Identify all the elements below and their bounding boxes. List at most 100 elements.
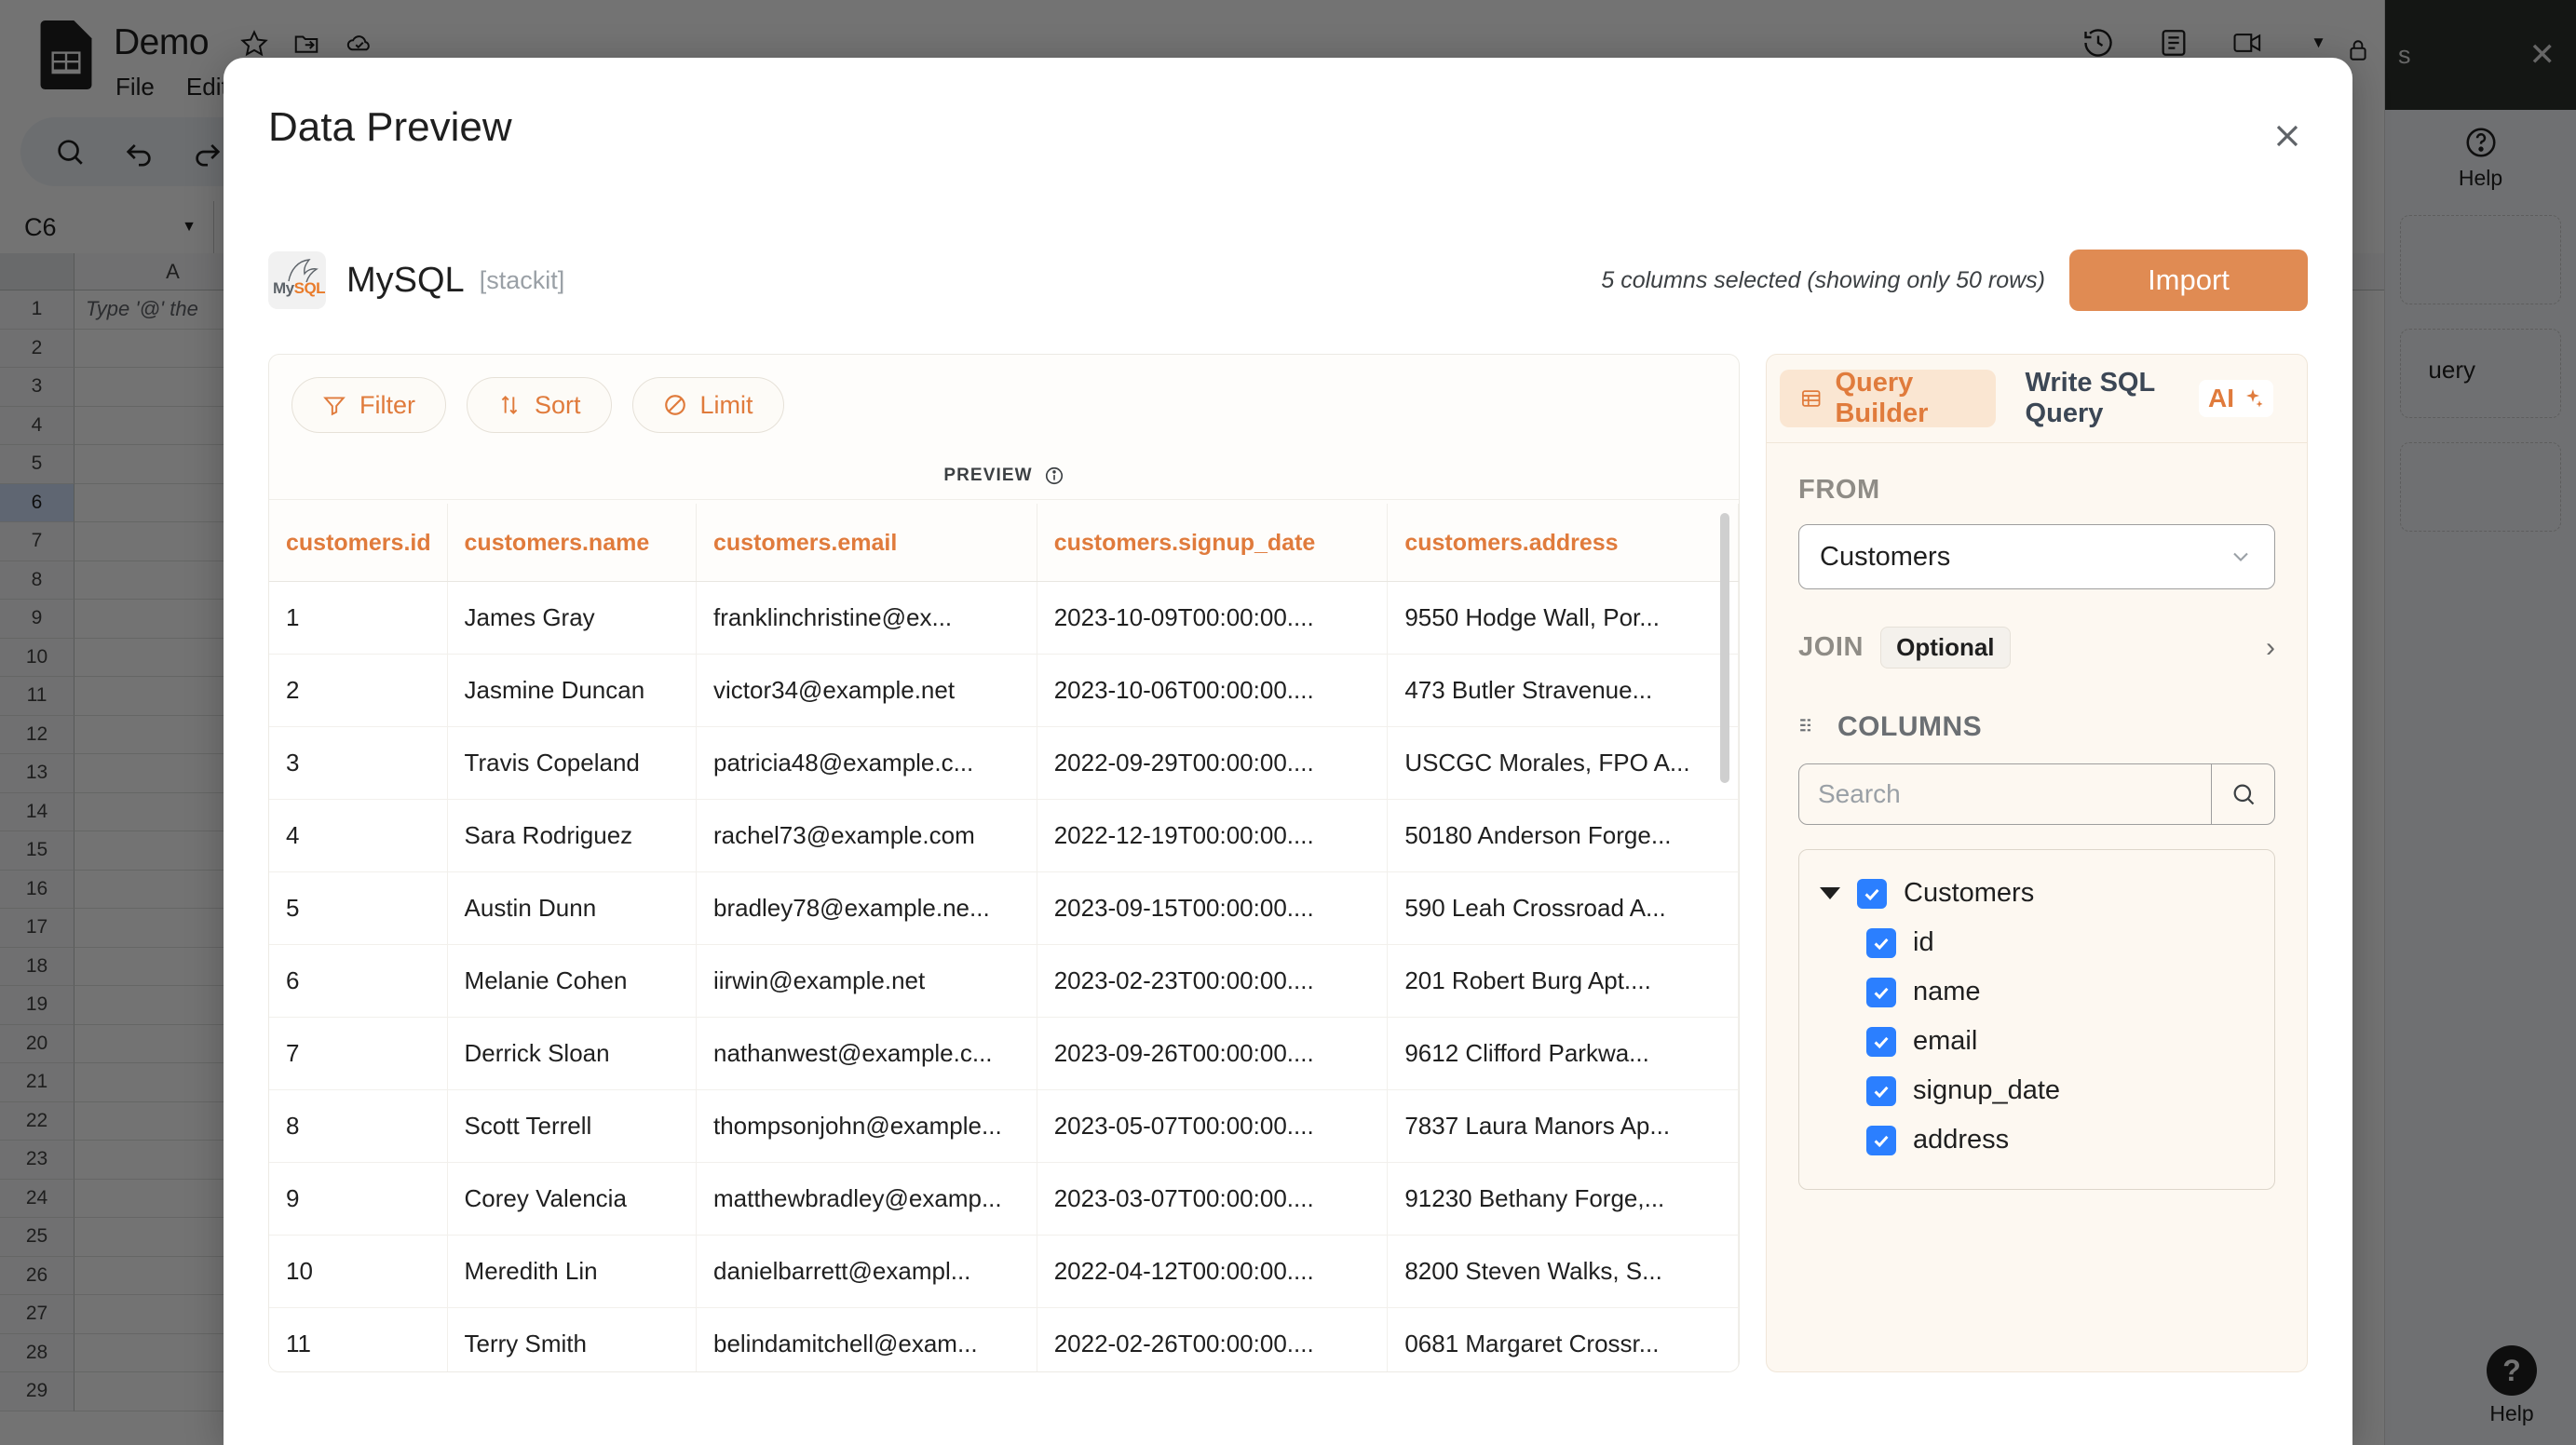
tree-root-customers[interactable]: Customers xyxy=(1799,869,2274,918)
query-builder-pane: Query Builder Write SQL Query AI FROM Cu… xyxy=(1766,354,2308,1372)
tab-query-builder-label: Query Builder xyxy=(1835,368,1929,428)
columns-section-header: COLUMNS xyxy=(1798,711,2275,743)
table-cell: 2023-03-07T00:00:00.... xyxy=(1037,1162,1389,1236)
table-cell: Jasmine Duncan xyxy=(447,654,697,727)
query-builder-body: FROM Customers JOIN Optional › COLUMNS S… xyxy=(1767,443,2307,1190)
table-row: 1 James Gray franklinchristine@ex... 2023-1… xyxy=(269,581,1739,655)
table-cell: danielbarrett@exampl... xyxy=(696,1235,1037,1308)
table-row: 5 Austin Dunn bradley78@example.ne... 2023-… xyxy=(269,871,1739,945)
table-cell: 473 Butler Stravenue... xyxy=(1387,654,1739,727)
tab-write-sql-query[interactable]: Write SQL Query AI xyxy=(2005,368,2294,428)
join-row[interactable]: JOIN Optional › xyxy=(1798,627,2275,668)
table-cell: nathanwest@example.c... xyxy=(696,1017,1037,1090)
checkbox-checked-icon[interactable] xyxy=(1866,1075,1896,1106)
caret-down-icon[interactable] xyxy=(1820,887,1840,899)
info-icon[interactable] xyxy=(1044,466,1064,486)
join-label: JOIN xyxy=(1798,632,1864,662)
table-column-header[interactable]: customers.id xyxy=(269,504,448,582)
tree-item-label: address xyxy=(1913,1125,2010,1155)
search-icon xyxy=(2233,784,2254,805)
columns-label: COLUMNS xyxy=(1837,711,1983,742)
tree-item-name[interactable]: name xyxy=(1799,967,2274,1017)
from-table-select[interactable]: Customers xyxy=(1798,524,2275,589)
table-column-header[interactable]: customers.name xyxy=(447,504,697,582)
preview-table-scroll[interactable]: customers.id customers.name customers.emai… xyxy=(269,504,1739,1371)
mysql-wordmark: MySQL xyxy=(273,279,326,297)
mysql-logo-icon: MySQL xyxy=(268,251,326,309)
vertical-scrollbar[interactable] xyxy=(1720,513,1729,783)
tree-item-email[interactable]: email xyxy=(1799,1017,2274,1066)
tree-item-label: id xyxy=(1913,927,1934,957)
table-row: 2 Jasmine Duncan victor34@example.net 2023-… xyxy=(269,654,1739,727)
table-cell: 9550 Hodge Wall, Por... xyxy=(1387,581,1739,655)
search-input[interactable] xyxy=(1799,764,2211,824)
table-cell: 201 Robert Burg Apt.... xyxy=(1387,944,1739,1018)
import-button[interactable]: Import xyxy=(2069,250,2308,311)
data-preview-modal: Data Preview MySQL MySQL [stackit] 5 col… xyxy=(224,58,2352,1445)
tree-root-label: Customers xyxy=(1904,878,2035,908)
limit-chip[interactable]: Limit xyxy=(631,377,784,433)
checkbox-checked-icon[interactable] xyxy=(1866,1125,1896,1155)
chevron-down-icon xyxy=(2233,552,2248,561)
table-column-header[interactable]: customers.address xyxy=(1387,504,1739,582)
table-row: 4 Sara Rodriguez rachel73@example.com 2022-… xyxy=(269,799,1739,872)
tab-query-builder[interactable]: Query Builder xyxy=(1780,368,1996,428)
chevron-right-icon[interactable]: › xyxy=(2266,632,2275,664)
tree-item-signup_date[interactable]: signup_date xyxy=(1799,1066,2274,1115)
columns-search xyxy=(1798,763,2275,825)
table-cell: thompsonjohn@example... xyxy=(696,1089,1037,1163)
columns-icon xyxy=(1800,719,1810,732)
funnel-icon xyxy=(323,397,346,416)
table-column-header[interactable]: customers.signup_date xyxy=(1037,504,1389,582)
search-button[interactable] xyxy=(2211,764,2274,824)
table-cell: 9612 Clifford Parkwa... xyxy=(1387,1017,1739,1090)
table-cell: Corey Valencia xyxy=(447,1162,697,1236)
table-cell: 1 xyxy=(269,581,448,655)
table-cell: 2023-09-15T00:00:00.... xyxy=(1037,871,1389,945)
table-column-header[interactable]: customers.email xyxy=(696,504,1037,582)
table-cell: Derrick Sloan xyxy=(447,1017,697,1090)
table-row: 10 Meredith Lin danielbarrett@exampl... 202… xyxy=(269,1235,1739,1308)
modal-title: Data Preview xyxy=(268,104,512,150)
preview-table: customers.id customers.name customers.emai… xyxy=(269,504,1739,1371)
table-cell: iirwin@example.net xyxy=(696,944,1037,1018)
checkbox-checked-icon[interactable] xyxy=(1866,927,1896,958)
table-cell: 6 xyxy=(269,944,448,1018)
checkbox-checked-icon[interactable] xyxy=(1866,977,1896,1007)
filter-chip-label: Filter xyxy=(359,390,415,419)
table-cell: 8200 Steven Walks, S... xyxy=(1387,1235,1739,1308)
data-preview-pane: Filter Sort Limit PREVIEW customers.id cu… xyxy=(268,354,1740,1372)
sort-chip[interactable]: Sort xyxy=(467,377,612,433)
checkbox-checked-icon[interactable] xyxy=(1857,878,1887,909)
preview-table-body: 1 James Gray franklinchristine@ex... 2023-1… xyxy=(269,581,1739,1371)
source-name: MySQL xyxy=(346,260,465,300)
table-cell: 91230 Bethany Forge,... xyxy=(1387,1162,1739,1236)
table-cell: Travis Copeland xyxy=(447,726,697,800)
tree-item-address[interactable]: address xyxy=(1799,1115,2274,1165)
query-builder-tabs: Query Builder Write SQL Query AI xyxy=(1767,355,2307,443)
table-cell: Scott Terrell xyxy=(447,1089,697,1163)
checkbox-checked-icon[interactable] xyxy=(1866,1026,1896,1057)
table-cell: 2022-04-12T00:00:00.... xyxy=(1037,1235,1389,1308)
no-entry-icon xyxy=(664,395,685,415)
source-header-row: MySQL MySQL [stackit] 5 columns selected… xyxy=(268,235,2308,326)
table-cell: rachel73@example.com xyxy=(696,799,1037,872)
table-row: 6 Melanie Cohen iirwin@example.net 2023-02-… xyxy=(269,944,1739,1018)
table-cell: 2023-10-09T00:00:00.... xyxy=(1037,581,1389,655)
table-cell: 2023-10-06T00:00:00.... xyxy=(1037,654,1389,727)
table-cell: USCGC Morales, FPO A... xyxy=(1387,726,1739,800)
table-cell: 2023-09-26T00:00:00.... xyxy=(1037,1017,1389,1090)
table-cell: 7837 Laura Manors Ap... xyxy=(1387,1089,1739,1163)
table-cell: Austin Dunn xyxy=(447,871,697,945)
table-cell: 7 xyxy=(269,1017,448,1090)
close-icon[interactable] xyxy=(2265,114,2310,158)
table-cell: victor34@example.net xyxy=(696,654,1037,727)
table-cell: 50180 Anderson Forge... xyxy=(1387,799,1739,872)
table-row: 7 Derrick Sloan nathanwest@example.c... 202… xyxy=(269,1017,1739,1090)
filter-chip[interactable]: Filter xyxy=(291,377,446,433)
preview-table-header-row: customers.id customers.name customers.emai… xyxy=(269,504,1739,582)
query-chips: Filter Sort Limit xyxy=(269,355,1739,452)
tree-item-id[interactable]: id xyxy=(1799,918,2274,967)
table-cell: Terry Smith xyxy=(447,1307,697,1371)
ai-badge[interactable]: AI xyxy=(2199,380,2273,417)
